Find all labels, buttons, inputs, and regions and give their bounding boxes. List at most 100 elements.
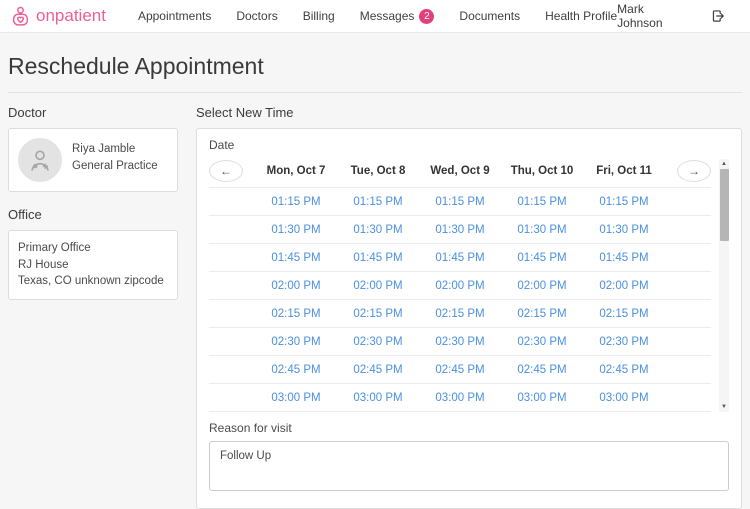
time-slot-link[interactable]: 02:30 PM: [255, 336, 337, 348]
time-slot-link[interactable]: 01:30 PM: [255, 224, 337, 236]
nav-item-doctors[interactable]: Doctors: [236, 9, 277, 23]
nav-item-health-profile[interactable]: Health Profile: [545, 9, 617, 23]
time-slot-link[interactable]: 02:30 PM: [337, 336, 419, 348]
nav-item-label: Documents: [459, 9, 521, 23]
nav-item-label: Health Profile: [545, 9, 618, 23]
office-name: Primary Office: [18, 242, 91, 254]
right-column: Select New Time Date ← Mon, Oct 7 Tue, O…: [196, 103, 742, 509]
nav-item-label: Doctors: [236, 9, 278, 23]
time-slot-row: 01:15 PM 01:15 PM 01:15 PM 01:15 PM 01:15 PM: [209, 187, 711, 215]
time-slot-link[interactable]: 02:15 PM: [501, 308, 583, 320]
time-slot-link[interactable]: 01:15 PM: [419, 196, 501, 208]
onpatient-logo-icon: [12, 6, 29, 26]
time-slot-link[interactable]: 02:45 PM: [419, 364, 501, 376]
day-header: Thu, Oct 10: [510, 165, 574, 177]
time-slot-row: 02:45 PM 02:45 PM 02:45 PM 02:45 PM 02:45 PM: [209, 355, 711, 383]
day-header: Fri, Oct 11: [596, 165, 652, 177]
doctor-card: Riya Jamble General Practice: [8, 128, 178, 192]
reason-for-visit-label: Reason for visit: [209, 421, 292, 435]
time-slot-link[interactable]: 01:45 PM: [583, 252, 665, 264]
nav-right: Mark Johnson: [617, 2, 725, 30]
page-title: Reschedule Appointment: [8, 53, 264, 79]
time-slot-link[interactable]: 02:00 PM: [583, 280, 665, 292]
office-city-line: Texas, CO unknown zipcode: [18, 275, 164, 288]
time-slot-link[interactable]: 02:45 PM: [583, 364, 665, 376]
time-slot-link[interactable]: 01:15 PM: [255, 196, 337, 208]
date-time-grid: ← Mon, Oct 7 Tue, Oct 8 Wed, Oct 9 Thu, …: [209, 155, 729, 412]
time-slot-link[interactable]: 02:45 PM: [337, 364, 419, 376]
title-divider: [8, 92, 742, 93]
nav-item-label: Billing: [302, 9, 335, 23]
vertical-scrollbar[interactable]: ▲ ▼: [719, 159, 729, 412]
next-week-button[interactable]: →: [677, 160, 711, 182]
time-slot-row: 02:00 PM 02:00 PM 02:00 PM 02:00 PM 02:00 PM: [209, 271, 711, 299]
doctor-name: Riya Jamble: [72, 143, 136, 155]
time-slot-link[interactable]: 03:00 PM: [583, 392, 665, 404]
nav-item-documents[interactable]: Documents: [459, 9, 520, 23]
time-slot-link[interactable]: 03:00 PM: [501, 392, 583, 404]
time-slot-link[interactable]: 01:30 PM: [337, 224, 419, 236]
time-slot-link[interactable]: 03:00 PM: [419, 392, 501, 404]
time-slot-link[interactable]: 02:00 PM: [419, 280, 501, 292]
time-slot-link[interactable]: 01:30 PM: [501, 224, 583, 236]
time-slot-link[interactable]: 02:45 PM: [501, 364, 583, 376]
nav-item-messages[interactable]: Messages 2: [359, 8, 435, 24]
time-slot-row: 01:45 PM 01:45 PM 01:45 PM 01:45 PM 01:45 PM: [209, 243, 711, 271]
nav-item-label: Messages: [359, 9, 415, 23]
time-slot-link[interactable]: 02:00 PM: [501, 280, 583, 292]
office-card: Primary Office RJ House Texas, CO unknow…: [8, 230, 178, 301]
time-slot-link[interactable]: 01:30 PM: [583, 224, 665, 236]
content-columns: Doctor Riya Jamble General Practice Offi…: [8, 103, 742, 509]
reason-for-visit-input[interactable]: Follow Up: [209, 441, 729, 491]
time-slot-link[interactable]: 02:00 PM: [255, 280, 337, 292]
doctor-specialty: General Practice: [72, 159, 158, 172]
doctor-icon: [31, 150, 49, 171]
time-slot-link[interactable]: 01:45 PM: [501, 252, 583, 264]
time-slot-row: 03:00 PM 03:00 PM 03:00 PM 03:00 PM 03:00 PM: [209, 383, 711, 411]
day-header: Tue, Oct 8: [350, 165, 406, 177]
time-slot-rows: 01:15 PM 01:15 PM 01:15 PM 01:15 PM 01:15 PM…: [209, 187, 711, 412]
time-slot-link[interactable]: 02:30 PM: [583, 336, 665, 348]
scroll-down-icon[interactable]: ▼: [721, 402, 727, 412]
day-header: Mon, Oct 7: [266, 165, 326, 177]
doctor-info: Riya Jamble General Practice: [72, 138, 158, 174]
time-slot-link[interactable]: 01:45 PM: [255, 252, 337, 264]
doctor-section-label: Doctor: [8, 105, 47, 120]
time-slot-link[interactable]: 02:00 PM: [337, 280, 419, 292]
time-slot-link[interactable]: 02:15 PM: [255, 308, 337, 320]
time-slot-link[interactable]: 03:00 PM: [337, 392, 419, 404]
scheduler-panel: Date ← Mon, Oct 7 Tue, Oct 8 Wed, Oct 9 …: [196, 128, 742, 509]
top-navbar: onpatient Appointments Doctors Billing Mess…: [0, 0, 750, 33]
user-menu[interactable]: Mark Johnson: [617, 2, 691, 30]
nav-item-billing[interactable]: Billing: [303, 9, 335, 23]
nav-item-appointments[interactable]: Appointments: [138, 9, 211, 23]
time-slot-link[interactable]: 02:15 PM: [583, 308, 665, 320]
time-slot-link[interactable]: 03:00 PM: [255, 392, 337, 404]
doctor-avatar: [18, 138, 62, 182]
time-slot-link[interactable]: 01:15 PM: [501, 196, 583, 208]
time-slot-link[interactable]: 01:45 PM: [337, 252, 419, 264]
time-slot-row: 01:30 PM 01:30 PM 01:30 PM 01:30 PM 01:30 PM: [209, 215, 711, 243]
time-slot-link[interactable]: 01:45 PM: [419, 252, 501, 264]
nav-item-label: Appointments: [137, 9, 212, 23]
time-slot-link[interactable]: 02:45 PM: [255, 364, 337, 376]
scrollbar-thumb[interactable]: [719, 169, 729, 241]
scroll-up-icon[interactable]: ▲: [721, 159, 727, 169]
time-slot-link[interactable]: 02:30 PM: [501, 336, 583, 348]
unread-messages-badge: 2: [419, 8, 435, 24]
office-address-line: RJ House: [18, 258, 69, 271]
time-slot-link[interactable]: 01:15 PM: [337, 196, 419, 208]
prev-week-button[interactable]: ←: [209, 160, 243, 182]
time-slot-row: 02:30 PM 02:30 PM 02:30 PM 02:30 PM 02:30 PM: [209, 327, 711, 355]
time-slot-link[interactable]: 02:30 PM: [419, 336, 501, 348]
time-slot-link[interactable]: 01:30 PM: [419, 224, 501, 236]
select-new-time-label: Select New Time: [196, 105, 294, 120]
brand-logo[interactable]: onpatient: [10, 6, 106, 27]
logout-icon[interactable]: [711, 9, 725, 23]
date-label: Date: [209, 138, 235, 152]
time-slot-link[interactable]: 01:15 PM: [583, 196, 665, 208]
office-section-label: Office: [8, 207, 42, 222]
time-slot-link[interactable]: 02:15 PM: [419, 308, 501, 320]
main-content: Reschedule Appointment Doctor Riya Jambl…: [0, 33, 750, 509]
time-slot-link[interactable]: 02:15 PM: [337, 308, 419, 320]
